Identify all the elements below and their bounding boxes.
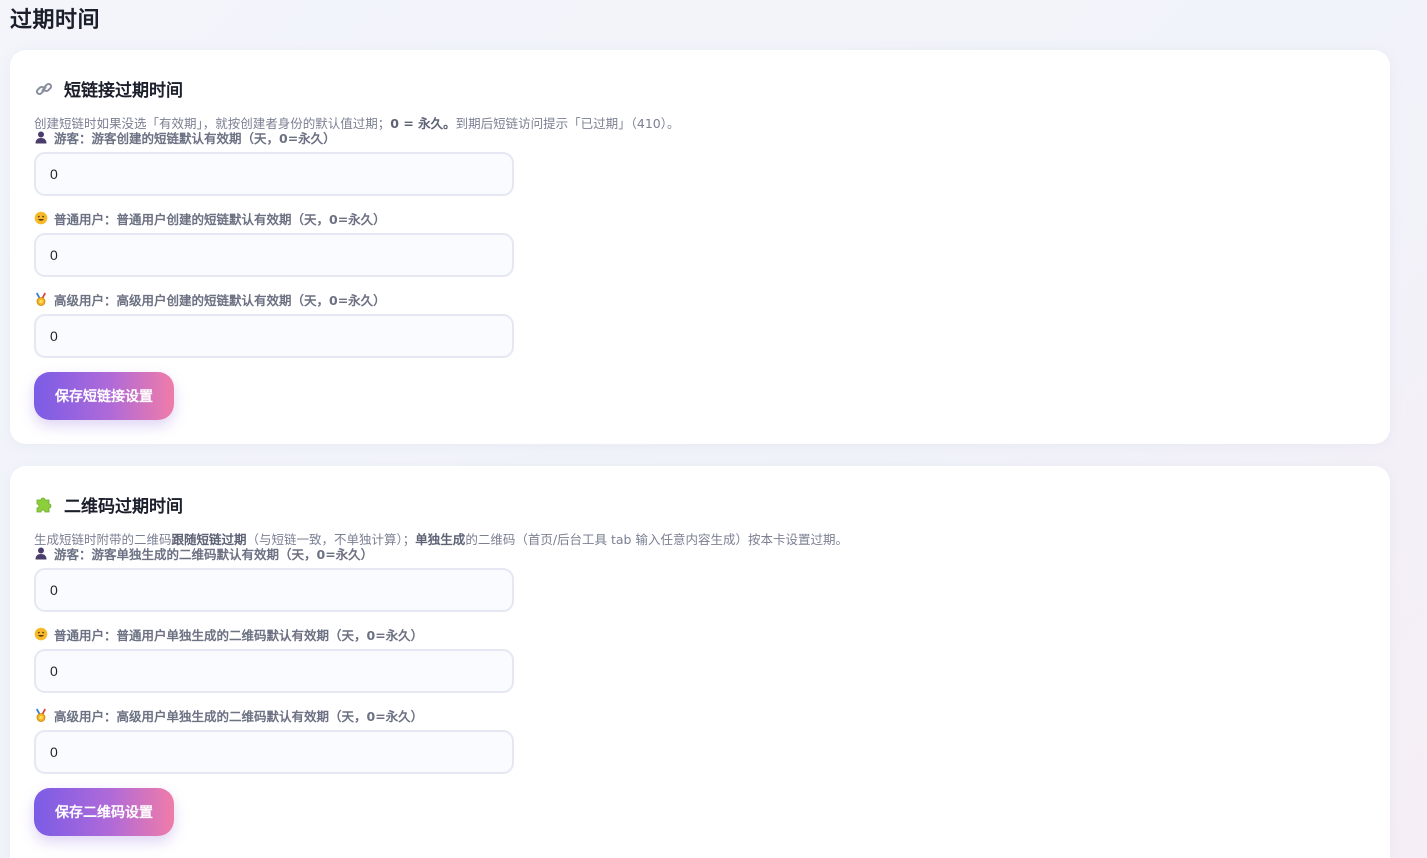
qr-premium-field: 高级用户：高级用户单独生成的二维码默认有效期（天，0=永久） bbox=[34, 707, 514, 774]
puzzle-piece-icon bbox=[36, 497, 52, 512]
qr-normal-field: 普通用户：普通用户单独生成的二维码默认有效期（天，0=永久） bbox=[34, 626, 514, 693]
field-label: 普通用户：普通用户单独生成的二维码默认有效期（天，0=永久） bbox=[34, 626, 514, 643]
field-label-text: 高级用户：高级用户创建的短链默认有效期（天，0=永久） bbox=[54, 292, 386, 308]
qr-card-header: 二维码过期时间 bbox=[34, 492, 183, 517]
medal-icon bbox=[36, 292, 46, 306]
field-label-text: 游客：游客创建的短链默认有效期（天，0=永久） bbox=[54, 130, 336, 146]
link-expiry-card: 短链接过期时间 创建短链时如果没选「有效期」，就按创建者身份的默认值过期；0 =… bbox=[10, 50, 1390, 444]
link-normal-field: 普通用户：普通用户创建的短链默认有效期（天，0=永久） bbox=[34, 210, 514, 277]
field-label: 高级用户：高级用户创建的短链默认有效期（天，0=永久） bbox=[34, 291, 514, 308]
field-label-text: 普通用户：普通用户单独生成的二维码默认有效期（天，0=永久） bbox=[54, 627, 424, 643]
link-guest-days-input[interactable] bbox=[34, 152, 514, 196]
link-normal-days-input[interactable] bbox=[34, 233, 514, 277]
smiley-face-icon bbox=[34, 211, 48, 225]
field-label-text: 高级用户：高级用户单独生成的二维码默认有效期（天，0=永久） bbox=[54, 708, 424, 724]
field-label-text: 普通用户：普通用户创建的短链默认有效期（天，0=永久） bbox=[54, 211, 386, 227]
qr-guest-field: 游客：游客单独生成的二维码默认有效期（天，0=永久） bbox=[34, 545, 514, 612]
field-label: 游客：游客创建的短链默认有效期（天，0=永久） bbox=[34, 129, 514, 146]
field-label: 高级用户：高级用户单独生成的二维码默认有效期（天，0=永久） bbox=[34, 707, 514, 724]
person-silhouette-icon bbox=[35, 547, 47, 560]
medal-icon bbox=[36, 708, 46, 722]
link-premium-field: 高级用户：高级用户创建的短链默认有效期（天，0=永久） bbox=[34, 291, 514, 358]
qr-normal-days-input[interactable] bbox=[34, 649, 514, 693]
qr-expiry-card: 二维码过期时间 生成短链时附带的二维码跟随短链过期（与短链一致，不单独计算）；单… bbox=[10, 466, 1390, 858]
qr-guest-days-input[interactable] bbox=[34, 568, 514, 612]
page-title: 过期时间 bbox=[10, 8, 101, 33]
link-card-header: 短链接过期时间 bbox=[34, 76, 183, 101]
field-label-text: 游客：游客单独生成的二维码默认有效期（天，0=永久） bbox=[54, 546, 374, 562]
save-qr-settings-button[interactable]: 保存二维码设置 bbox=[34, 788, 174, 836]
qr-card-title: 二维码过期时间 bbox=[64, 497, 183, 517]
link-card-title: 短链接过期时间 bbox=[64, 81, 183, 101]
link-premium-days-input[interactable] bbox=[34, 314, 514, 358]
person-silhouette-icon bbox=[35, 131, 47, 144]
save-link-settings-button[interactable]: 保存短链接设置 bbox=[34, 372, 174, 420]
field-label: 普通用户：普通用户创建的短链默认有效期（天，0=永久） bbox=[34, 210, 514, 227]
qr-premium-days-input[interactable] bbox=[34, 730, 514, 774]
smiley-face-icon bbox=[34, 627, 48, 641]
field-label: 游客：游客单独生成的二维码默认有效期（天，0=永久） bbox=[34, 545, 514, 562]
desc-text: 的二维码（首页/后台工具 tab 输入任意内容生成）按本卡设置过期。 bbox=[465, 532, 848, 547]
link-guest-field: 游客：游客创建的短链默认有效期（天，0=永久） bbox=[34, 129, 514, 196]
chain-link-icon bbox=[35, 82, 53, 95]
